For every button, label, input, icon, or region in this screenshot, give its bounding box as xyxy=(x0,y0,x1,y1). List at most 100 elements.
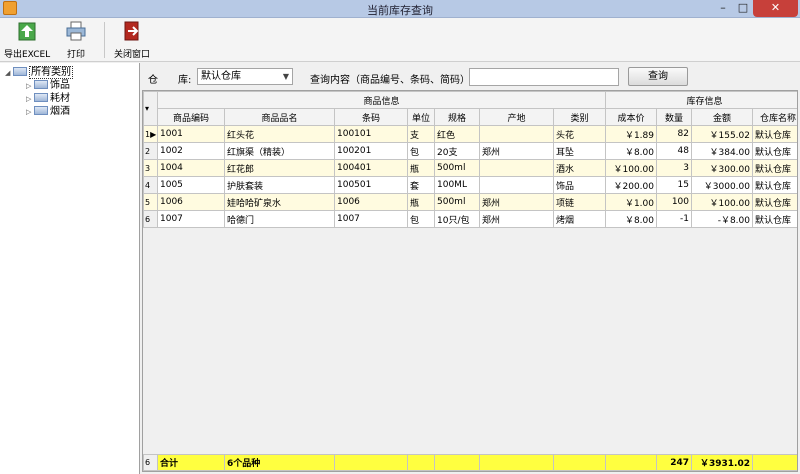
table-row[interactable]: 1▶ 1001 红头花 100101 支 红色 头花 ￥1.89 82 ￥155… xyxy=(143,125,797,143)
cell-name[interactable]: 红旗渠（精装） xyxy=(224,142,335,160)
grid-corner-header[interactable]: ▾ xyxy=(143,91,158,126)
col-header-category[interactable]: 类别 xyxy=(553,108,606,126)
cell-barcode[interactable]: 100501 xyxy=(334,176,408,194)
table-row[interactable]: 2 1002 红旗渠（精装） 100201 包 20支 郑州 耳坠 ￥8.00 … xyxy=(143,142,797,160)
cell-category[interactable]: 酒水 xyxy=(553,159,606,177)
cell-barcode[interactable]: 100201 xyxy=(334,142,408,160)
cell-category[interactable]: 烤烟 xyxy=(553,210,606,228)
tree-node-consumables[interactable]: ▷ 耗材 xyxy=(26,93,70,105)
export-excel-button[interactable]: 导出EXCEL xyxy=(4,20,50,60)
tree-node-tobacco-alcohol[interactable]: ▷ 烟酒 xyxy=(26,106,70,118)
cell-spec[interactable]: 10只/包 xyxy=(434,210,480,228)
cell-barcode[interactable]: 100401 xyxy=(334,159,408,177)
cell-code[interactable]: 1004 xyxy=(157,159,225,177)
tree-node-accessories[interactable]: ▷ 饰品 xyxy=(26,80,70,92)
cell-barcode[interactable]: 100101 xyxy=(334,125,408,143)
cell-origin[interactable] xyxy=(479,159,554,177)
cell-qty[interactable]: -1 xyxy=(656,210,692,228)
col-header-amount[interactable]: 金额 xyxy=(691,108,753,126)
maximize-button[interactable]: □ xyxy=(733,0,753,17)
close-window-tool-button[interactable]: 关闭窗口 xyxy=(110,20,154,60)
cell-warehouse[interactable]: 默认仓库 xyxy=(751,210,797,228)
cell-origin[interactable]: 郑州 xyxy=(479,210,554,228)
cell-unit[interactable]: 支 xyxy=(407,125,435,143)
cell-qty[interactable]: 82 xyxy=(656,125,692,143)
col-header-origin[interactable]: 产地 xyxy=(479,108,554,126)
cell-cost[interactable]: ￥1.89 xyxy=(605,125,657,143)
cell-unit[interactable]: 包 xyxy=(407,142,435,160)
cell-origin[interactable]: 郑州 xyxy=(479,193,554,211)
col-header-name[interactable]: 商品品名 xyxy=(224,108,335,126)
col-header-unit[interactable]: 单位 xyxy=(407,108,435,126)
col-header-spec[interactable]: 规格 xyxy=(434,108,480,126)
row-number[interactable]: 4 xyxy=(143,176,158,194)
row-header[interactable]: 1▶ xyxy=(143,125,158,143)
cell-unit[interactable]: 包 xyxy=(407,210,435,228)
row-number[interactable]: 6 xyxy=(143,210,158,228)
cell-amount[interactable]: -￥8.00 xyxy=(691,210,753,228)
cell-qty[interactable]: 100 xyxy=(656,193,692,211)
cell-category[interactable]: 项链 xyxy=(553,193,606,211)
expand-arrow-icon[interactable]: ▷ xyxy=(26,93,34,105)
col-header-code[interactable]: 商品编码 xyxy=(157,108,225,126)
cell-qty[interactable]: 15 xyxy=(656,176,692,194)
cell-name[interactable]: 娃哈哈矿泉水 xyxy=(224,193,335,211)
col-header-barcode[interactable]: 条码 xyxy=(334,108,408,126)
cell-cost[interactable]: ￥8.00 xyxy=(605,210,657,228)
cell-warehouse[interactable]: 默认仓库 xyxy=(751,142,797,160)
cell-barcode[interactable]: 1007 xyxy=(334,210,408,228)
cell-qty[interactable]: 3 xyxy=(656,159,692,177)
row-number[interactable]: 2 xyxy=(143,142,158,160)
cell-cost[interactable]: ￥100.00 xyxy=(605,159,657,177)
cell-spec[interactable]: 红色 xyxy=(434,125,480,143)
tree-root-node[interactable]: ◢ 所有类别 xyxy=(5,66,73,79)
cell-unit[interactable]: 瓶 xyxy=(407,159,435,177)
cell-qty[interactable]: 48 xyxy=(656,142,692,160)
cell-name[interactable]: 红花郎 xyxy=(224,159,335,177)
cell-unit[interactable]: 套 xyxy=(407,176,435,194)
print-button[interactable]: 打印 xyxy=(58,20,94,60)
cell-cost[interactable]: ￥1.00 xyxy=(605,193,657,211)
expand-arrow-icon[interactable]: ▷ xyxy=(26,106,34,118)
cell-code[interactable]: 1006 xyxy=(157,193,225,211)
table-row[interactable]: 6 1007 哈德门 1007 包 10只/包 郑州 烤烟 ￥8.00 -1 -… xyxy=(143,210,797,228)
cell-category[interactable]: 饰品 xyxy=(553,176,606,194)
cell-cost[interactable]: ￥8.00 xyxy=(605,142,657,160)
cell-unit[interactable]: 瓶 xyxy=(407,193,435,211)
cell-origin[interactable]: 郑州 xyxy=(479,142,554,160)
cell-warehouse[interactable]: 默认仓库 xyxy=(751,159,797,177)
cell-origin[interactable] xyxy=(479,125,554,143)
cell-name[interactable]: 哈德门 xyxy=(224,210,335,228)
cell-cost[interactable]: ￥200.00 xyxy=(605,176,657,194)
col-header-qty[interactable]: 数量 xyxy=(656,108,692,126)
table-row[interactable]: 5 1006 娃哈哈矿泉水 1006 瓶 500ml 郑州 项链 ￥1.00 1… xyxy=(143,193,797,211)
cell-code[interactable]: 1007 xyxy=(157,210,225,228)
cell-amount[interactable]: ￥155.02 xyxy=(691,125,753,143)
cell-warehouse[interactable]: 默认仓库 xyxy=(751,176,797,194)
cell-name[interactable]: 护肤套装 xyxy=(224,176,335,194)
cell-spec[interactable]: 20支 xyxy=(434,142,480,160)
cell-category[interactable]: 耳坠 xyxy=(553,142,606,160)
cell-code[interactable]: 1002 xyxy=(157,142,225,160)
cell-code[interactable]: 1005 xyxy=(157,176,225,194)
cell-spec[interactable]: 500ml xyxy=(434,193,480,211)
table-row[interactable]: 4 1005 护肤套装 100501 套 100ML 饰品 ￥200.00 15… xyxy=(143,176,797,194)
cell-category[interactable]: 头花 xyxy=(553,125,606,143)
row-number[interactable]: 3 xyxy=(143,159,158,177)
cell-amount[interactable]: ￥3000.00 xyxy=(691,176,753,194)
cell-warehouse[interactable]: 默认仓库 xyxy=(751,193,797,211)
collapse-arrow-icon[interactable]: ◢ xyxy=(5,67,13,79)
cell-amount[interactable]: ￥100.00 xyxy=(691,193,753,211)
cell-spec[interactable]: 100ML xyxy=(434,176,480,194)
cell-code[interactable]: 1001 xyxy=(157,125,225,143)
query-button[interactable]: 查询 xyxy=(628,67,688,86)
minimize-button[interactable]: – xyxy=(713,0,733,17)
cell-warehouse[interactable]: 默认仓库 xyxy=(751,125,797,143)
close-window-button[interactable]: ✕ xyxy=(753,0,798,17)
cell-barcode[interactable]: 1006 xyxy=(334,193,408,211)
col-header-cost[interactable]: 成本价 xyxy=(605,108,657,126)
query-input[interactable] xyxy=(469,68,619,86)
cell-origin[interactable] xyxy=(479,176,554,194)
cell-spec[interactable]: 500ml xyxy=(434,159,480,177)
cell-name[interactable]: 红头花 xyxy=(224,125,335,143)
